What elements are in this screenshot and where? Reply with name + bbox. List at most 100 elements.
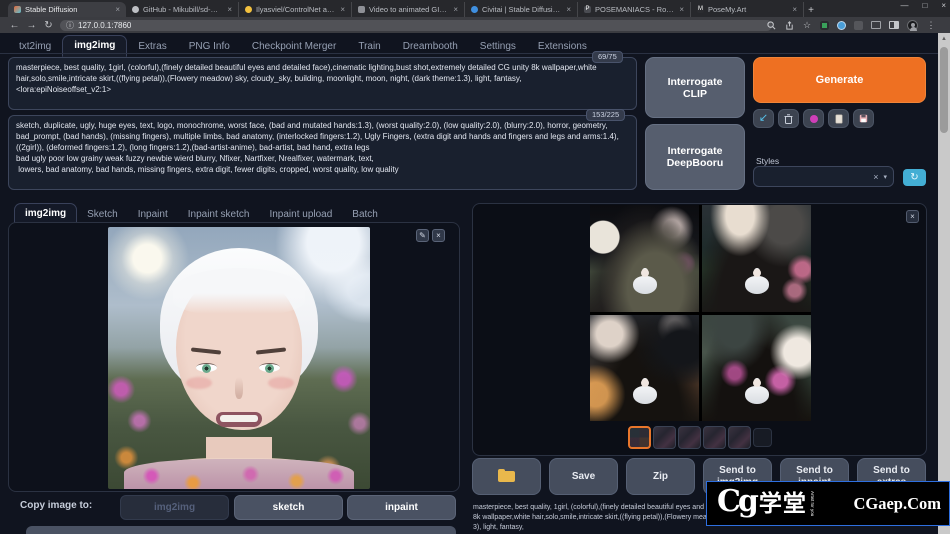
tab-png-info[interactable]: PNG Info [178, 37, 241, 57]
prompt-input[interactable]: masterpiece, best quality, 1girl, (color… [8, 57, 637, 110]
back-icon[interactable]: ← [6, 20, 23, 31]
thumbnail-4[interactable] [703, 426, 726, 449]
zip-button[interactable]: Zip [626, 458, 695, 495]
close-tab-icon[interactable]: × [566, 5, 571, 14]
save-style-button[interactable] [853, 109, 874, 128]
posemyart-favicon: M [697, 6, 704, 13]
portrait-eye [259, 363, 280, 373]
browser-tab-github[interactable]: GitHub - Mikubill/sd-webui-co × [126, 2, 239, 17]
open-folder-button[interactable] [472, 458, 541, 495]
extension-gray-icon[interactable] [871, 21, 881, 29]
paste-params-button[interactable]: ↙ [753, 109, 774, 128]
browser-tab-stable-diffusion[interactable]: Stable Diffusion × [8, 2, 126, 17]
minimize-button[interactable]: — [900, 1, 908, 10]
tab-dreambooth[interactable]: Dreambooth [392, 37, 469, 57]
generate-button[interactable]: Generate [753, 57, 926, 103]
address-input[interactable]: ⓘ 127.0.0.1:7860 [60, 19, 772, 31]
thumbnail-5[interactable] [728, 426, 751, 449]
tab-title: Stable Diffusion [25, 5, 78, 14]
uploaded-image-portrait[interactable] [108, 227, 370, 489]
close-tab-icon[interactable]: × [115, 5, 120, 14]
clear-prompt-button[interactable] [778, 109, 799, 128]
prompt-token-counter: 69/75 [592, 51, 623, 63]
scrollbar-thumb[interactable] [940, 47, 948, 133]
negative-prompt-input[interactable]: sketch, duplicate, ugly, huge eyes, text… [8, 115, 637, 190]
browser-tab-civitai[interactable]: Civitai | Stable Diffusion model × [465, 2, 578, 17]
site-info-icon[interactable]: ⓘ [66, 20, 74, 31]
trash-icon [784, 113, 793, 124]
watermark-tagline: Artist for you [809, 490, 814, 516]
maximize-button[interactable]: □ [922, 1, 927, 10]
browser-tab-strip: Stable Diffusion × GitHub - Mikubill/sd-… [0, 0, 950, 17]
forward-icon[interactable]: → [23, 20, 40, 31]
tab-checkpoint-merger[interactable]: Checkpoint Merger [241, 37, 347, 57]
scrollbar-up-arrow[interactable]: ▲ [938, 33, 950, 45]
new-tab-button[interactable]: + [804, 3, 818, 17]
refresh-styles-button[interactable]: ↻ [903, 169, 926, 186]
browser-tab-controlnet[interactable]: Ilyasviel/ControlNet at main × [239, 2, 352, 17]
close-window-button[interactable]: × [941, 1, 946, 10]
side-panel-icon[interactable] [889, 21, 899, 29]
tab-title: PoseMy.Art [708, 5, 747, 14]
tab-train[interactable]: Train [347, 37, 391, 57]
extension-blue-icon[interactable] [837, 20, 846, 30]
tab-settings[interactable]: Settings [469, 37, 527, 57]
extensions-puzzle-icon[interactable] [854, 20, 863, 30]
copy-to-img2img-button: img2img [120, 495, 229, 520]
thumbnail-2[interactable] [653, 426, 676, 449]
thumbnail-6[interactable] [753, 428, 772, 447]
stable-diffusion-favicon [14, 6, 21, 13]
figure [744, 276, 769, 295]
close-tab-icon[interactable]: × [453, 5, 458, 14]
interrogate-clip-button[interactable]: Interrogate CLIP [645, 57, 745, 118]
close-tab-icon[interactable]: × [679, 5, 684, 14]
window-controls: — □ × [900, 1, 946, 10]
edit-image-button[interactable]: ✎ [416, 229, 429, 242]
tab-title: GitHub - Mikubill/sd-webui-co [143, 5, 224, 14]
close-gallery-button[interactable]: × [906, 210, 919, 223]
styles-label: Styles [756, 156, 780, 166]
tab-extras[interactable]: Extras [127, 37, 177, 57]
page-scrollbar[interactable]: ▲ [938, 33, 950, 534]
search-icon[interactable] [766, 20, 776, 30]
close-tab-icon[interactable]: × [227, 5, 232, 14]
copy-to-inpaint-button[interactable]: inpaint [347, 495, 456, 520]
profile-avatar[interactable] [907, 19, 918, 31]
portrait-blush [268, 377, 294, 389]
generated-image-3 [590, 314, 699, 421]
github-favicon [132, 6, 139, 13]
save-button[interactable]: Save [549, 458, 618, 495]
extra-networks-button[interactable] [803, 109, 824, 128]
watermark-banner: Cg 学堂 Artist for you CGaep.Com [706, 481, 950, 526]
browser-tab-posemaniacs[interactable]: P POSEMANIACS - Royalty free 3 × [578, 2, 691, 17]
watermark-logo-latin: Cg [717, 483, 759, 519]
thumbnail-1-selected[interactable] [628, 426, 651, 449]
browser-tab-posemyart[interactable]: M PoseMy.Art × [691, 2, 804, 17]
figure [744, 385, 769, 404]
remove-image-button[interactable]: × [432, 229, 445, 242]
apply-style-button[interactable] [828, 109, 849, 128]
close-tab-icon[interactable]: × [340, 5, 345, 14]
generated-image-4 [702, 314, 811, 421]
cutoff-bottom-button[interactable] [26, 526, 456, 534]
styles-dropdown[interactable]: × ▾ [753, 166, 894, 187]
browser-menu-icon[interactable]: ⋮ [926, 20, 936, 30]
browser-tab-gif-converter[interactable]: Video to animated GIF converter × [352, 2, 465, 17]
thumbnail-3[interactable] [678, 426, 701, 449]
tab-txt2img[interactable]: txt2img [8, 37, 62, 57]
bookmark-star-icon[interactable]: ☆ [802, 20, 812, 30]
url-text: 127.0.0.1:7860 [78, 20, 132, 30]
close-tab-icon[interactable]: × [792, 5, 797, 14]
portrait-blush [186, 377, 212, 389]
clear-styles-icon[interactable]: × [873, 172, 878, 182]
interrogate-deepbooru-button[interactable]: Interrogate DeepBooru [645, 124, 745, 190]
extension-green-icon[interactable] [820, 20, 829, 30]
tab-extensions[interactable]: Extensions [527, 37, 598, 57]
copy-image-to-label: Copy image to: [20, 500, 93, 511]
generated-image-grid[interactable] [590, 205, 811, 421]
reload-icon[interactable]: ↻ [40, 20, 57, 31]
share-icon[interactable] [784, 20, 794, 30]
copy-to-sketch-button[interactable]: sketch [234, 495, 343, 520]
chevron-down-icon[interactable]: ▾ [883, 173, 887, 181]
paste-arrow-icon: ↙ [758, 112, 769, 124]
